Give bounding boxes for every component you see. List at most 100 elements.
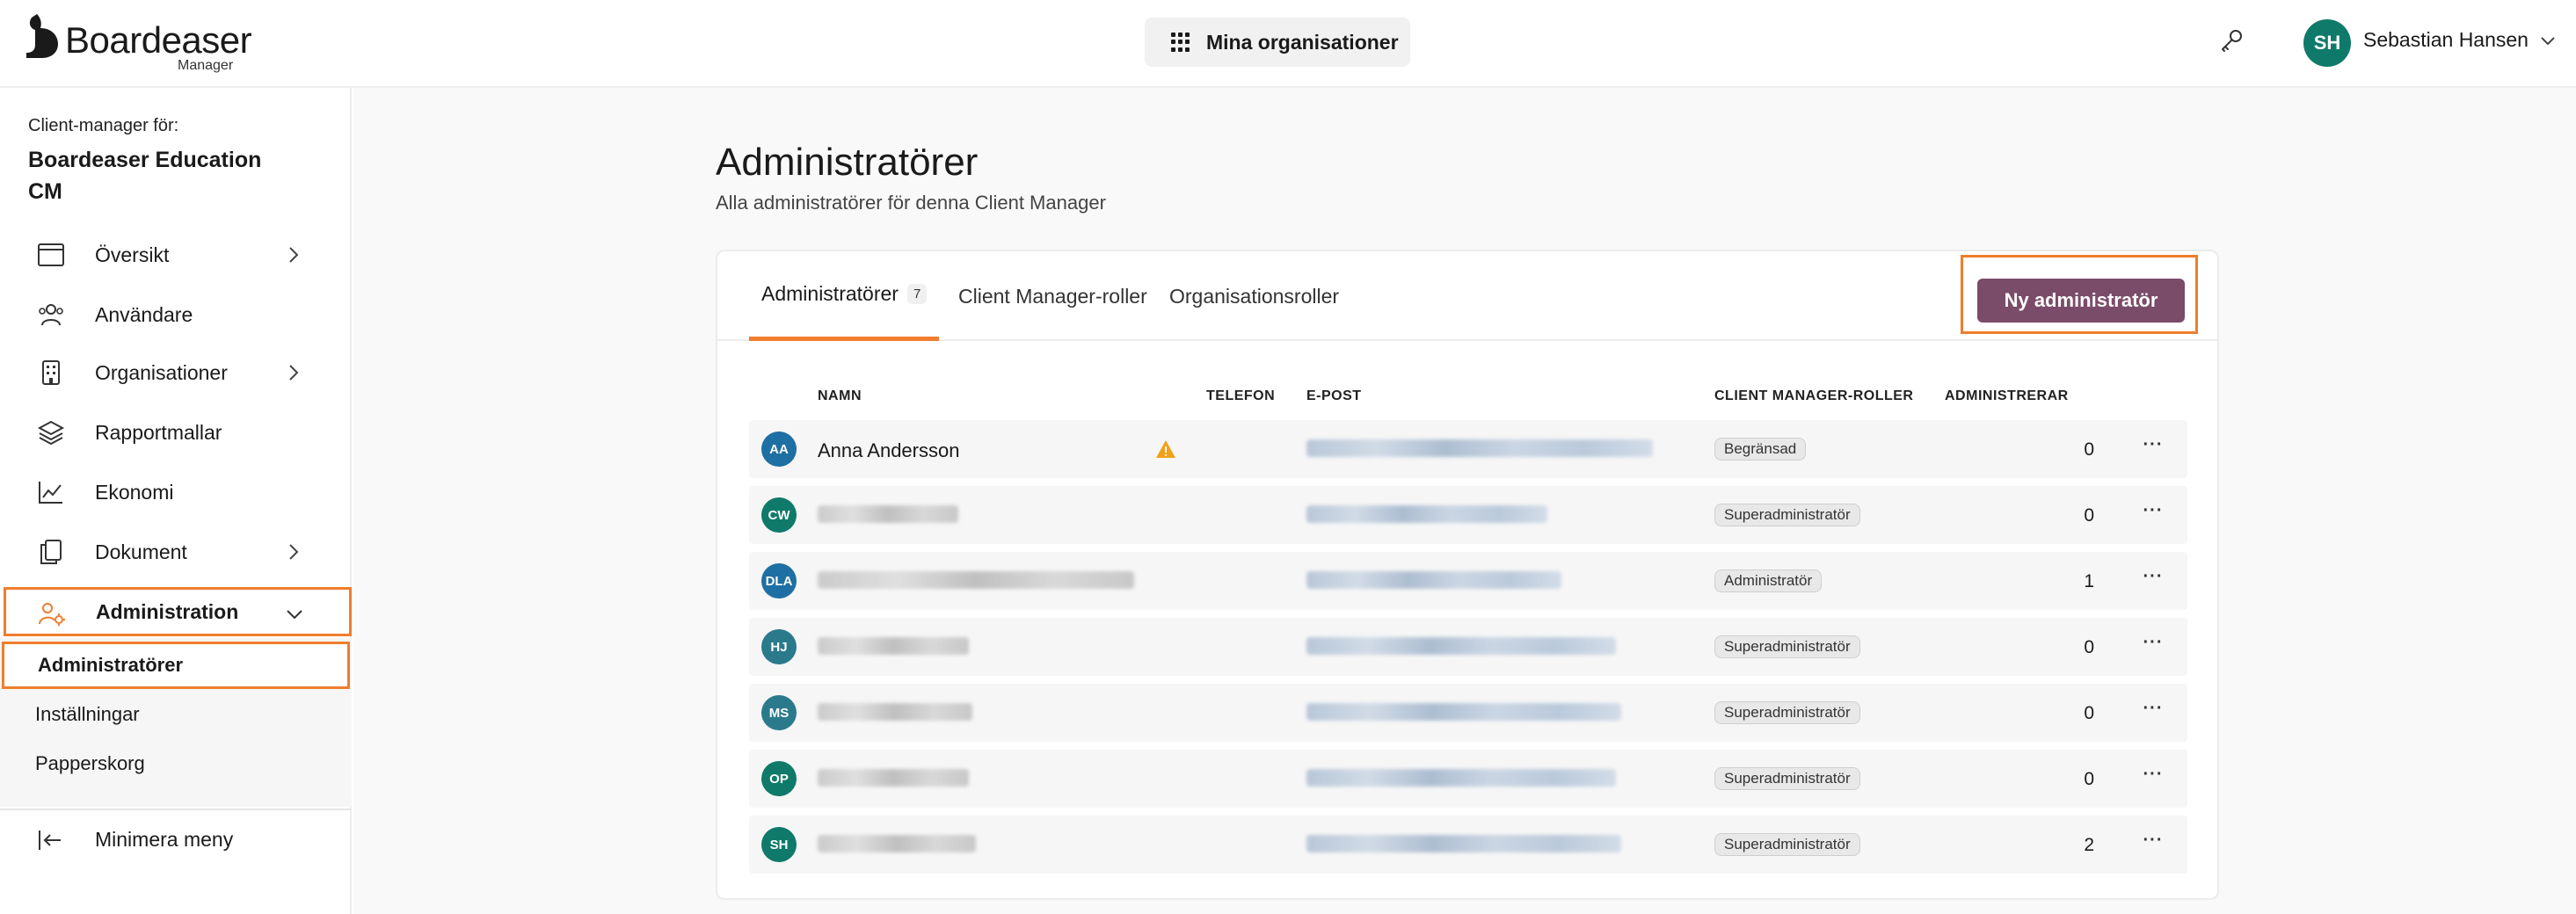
administers-count: 0 — [2084, 505, 2094, 526]
calendar-window-icon — [38, 243, 64, 266]
more-options-icon[interactable]: ··· — [2140, 831, 2166, 854]
role-badge: Superadministratör — [1714, 767, 1860, 790]
administers-count: 0 — [2084, 769, 2094, 789]
table-row[interactable]: DLA Administratör 1 ··· — [749, 552, 2187, 610]
redacted-name — [818, 769, 969, 787]
redacted-email — [1306, 835, 1621, 852]
sidebar-item-administration[interactable]: Administration — [4, 587, 352, 636]
key-icon[interactable] — [2217, 26, 2245, 54]
admin-name: Anna Andersson — [818, 439, 960, 461]
administers-count: 0 — [2084, 637, 2094, 657]
role-badge: Superadministratör — [1714, 833, 1860, 856]
sidebar-subitem-installningar[interactable]: Inställningar — [0, 691, 350, 738]
more-options-icon[interactable]: ··· — [2140, 502, 2166, 525]
tab-bar: Administratörer 7 Client Manager-roller … — [717, 251, 2217, 341]
sidebar-subitem-label: Administratörer — [38, 654, 184, 676]
boardeaser-logo-icon — [26, 14, 58, 58]
sidebar-item-ekonomi[interactable]: Ekonomi — [5, 468, 352, 517]
documents-icon — [40, 540, 62, 564]
redacted-name — [818, 637, 969, 655]
redacted-email — [1306, 637, 1616, 655]
sidebar-subitem-papperskorg[interactable]: Papperskorg — [0, 740, 350, 787]
sidebar-subitem-administratorer[interactable]: Administratörer — [2, 642, 350, 689]
administers-count: 0 — [2084, 439, 2094, 460]
sidebar-item-rapportmallar[interactable]: Rapportmallar — [5, 408, 352, 457]
role-badge: Begränsad — [1714, 438, 1807, 461]
tab-label: Client Manager-roller — [958, 284, 1147, 308]
brand-sub: Manager — [178, 58, 234, 73]
role-badge: Administratör — [1714, 569, 1823, 592]
tab-organisationsroller[interactable]: Organisationsroller — [1169, 251, 1339, 341]
chart-line-icon — [39, 482, 62, 504]
sidebar: Client-manager för: Boardeaser Education… — [0, 88, 352, 914]
role-badge: Superadministratör — [1714, 504, 1860, 526]
administrators-card: Administratörer 7 Client Manager-roller … — [716, 250, 2219, 900]
sidebar-item-label: Dokument — [95, 540, 187, 563]
column-header-name[interactable]: NAMN — [818, 388, 862, 404]
client-manager-name: Boardeaser Education CM — [28, 148, 262, 204]
table-row[interactable]: HJ Superadministratör 0 ··· — [749, 618, 2187, 676]
tab-client-manager-roller[interactable]: Client Manager-roller — [958, 251, 1147, 341]
chevron-down-icon[interactable] — [2537, 30, 2558, 51]
sidebar-item-dokument[interactable]: Dokument — [5, 527, 352, 577]
tab-count-badge: 7 — [906, 284, 928, 304]
more-options-icon[interactable]: ··· — [2140, 634, 2166, 656]
sidebar-divider — [0, 809, 352, 810]
more-options-icon[interactable]: ··· — [2140, 700, 2166, 722]
table-header: NAMN TELEFON E-POST CLIENT MANAGER-ROLLE… — [749, 388, 2187, 406]
table-row[interactable]: AA Anna Andersson Begränsad 0 ··· — [749, 420, 2187, 478]
admin-users-gear-icon — [39, 603, 65, 626]
tab-label: Organisationsroller — [1169, 284, 1340, 308]
sidebar-item-label: Rapportmallar — [95, 420, 222, 444]
chevron-right-icon — [289, 247, 299, 263]
column-header-administers[interactable]: ADMINISTRERAR — [1945, 388, 2069, 404]
more-options-icon[interactable]: ··· — [2140, 568, 2166, 591]
top-bar: Boardeaser Manager Mina organisationer S… — [0, 0, 2576, 88]
more-options-icon[interactable]: ··· — [2140, 436, 2166, 459]
role-badge: Superadministratör — [1714, 635, 1860, 658]
sidebar-item-label: Användare — [95, 302, 193, 326]
page-title: Administratörer — [716, 141, 979, 184]
redacted-email — [1306, 439, 1653, 457]
table-row[interactable]: MS Superadministratör 0 ··· — [749, 684, 2187, 742]
avatar: SH — [761, 827, 797, 862]
my-organizations-button[interactable]: Mina organisationer — [1145, 18, 1410, 67]
sidebar-item-label: Översikt — [95, 243, 170, 266]
brand-name: Boardeaser — [65, 19, 252, 61]
redacted-name — [818, 703, 972, 721]
more-options-icon[interactable]: ··· — [2140, 765, 2166, 788]
brand-logo[interactable]: Boardeaser Manager — [25, 12, 252, 74]
minimize-menu-button[interactable]: Minimera meny — [0, 816, 350, 865]
new-admin-highlight: Ny administratör — [1961, 255, 2198, 334]
table-row[interactable]: OP Superadministratör 0 ··· — [749, 750, 2187, 808]
column-header-email[interactable]: E-POST — [1306, 388, 1362, 404]
administration-submenu: Administratörer Inställningar Papperskor… — [0, 638, 352, 807]
building-icon — [42, 360, 60, 385]
chevron-right-icon — [289, 544, 299, 560]
my-organizations-label: Mina organisationer — [1206, 30, 1399, 54]
role-badge: Superadministratör — [1714, 701, 1860, 724]
tab-administratorer[interactable]: Administratörer 7 — [749, 251, 940, 341]
sidebar-item-oversikt[interactable]: Översikt — [5, 230, 352, 279]
redacted-name — [818, 505, 958, 523]
table-row[interactable]: SH Superadministratör 2 ··· — [749, 816, 2187, 874]
redacted-email — [1306, 703, 1621, 721]
sidebar-item-label: Ekonomi — [95, 480, 174, 504]
warning-icon — [1156, 440, 1175, 458]
column-header-phone[interactable]: TELEFON — [1206, 388, 1275, 404]
sidebar-item-anvandare[interactable]: Användare — [5, 290, 352, 339]
table-row[interactable]: CW Superadministratör 0 ··· — [749, 486, 2187, 544]
sidebar-subitem-label: Papperskorg — [35, 752, 145, 774]
redacted-email — [1306, 505, 1547, 523]
column-header-roles[interactable]: CLIENT MANAGER-ROLLER — [1714, 388, 1913, 404]
sidebar-item-organisationer[interactable]: Organisationer — [5, 348, 352, 397]
administers-count: 0 — [2084, 703, 2094, 723]
new-administrator-button[interactable]: Ny administratör — [1977, 279, 2185, 323]
page-subtitle: Alla administratörer för denna Client Ma… — [716, 192, 1106, 214]
chevron-down-icon — [287, 610, 302, 620]
collapse-left-icon — [39, 831, 61, 850]
user-name[interactable]: Sebastian Hansen — [2363, 28, 2529, 52]
chevron-right-icon — [289, 365, 299, 381]
user-avatar[interactable]: SH — [2303, 19, 2351, 67]
redacted-name — [818, 835, 976, 852]
